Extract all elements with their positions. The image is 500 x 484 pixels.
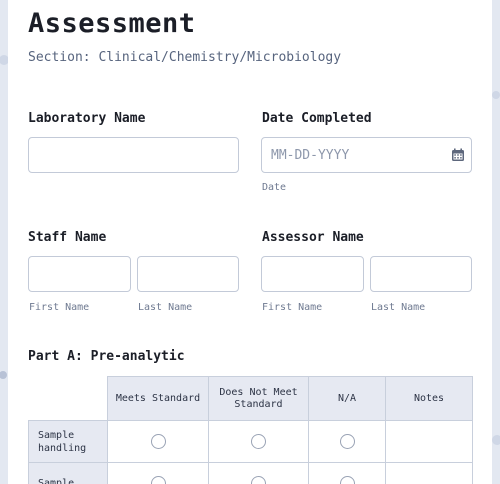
matrix-row: Sample — [28, 462, 473, 484]
column-na: N/A — [308, 376, 386, 421]
assessor-last-name-input[interactable] — [370, 256, 472, 292]
staff-last-name-input[interactable] — [137, 256, 239, 292]
staff-first-name-input[interactable] — [28, 256, 131, 292]
assessor-first-name-sublabel: First Name — [262, 302, 323, 313]
staff-name-label: Staff Name — [28, 230, 107, 245]
matrix-corner — [29, 377, 108, 421]
laboratory-name-input[interactable] — [28, 137, 239, 173]
row-label-sample: Sample — [28, 462, 108, 484]
radio-meets-standard[interactable] — [150, 434, 166, 449]
part-a-title: Part A: Pre-analytic — [28, 349, 185, 364]
form-subtitle: Section: Clinical/Chemistry/Microbiology — [28, 50, 342, 65]
radio-na[interactable] — [339, 434, 355, 449]
cell-meets-standard — [107, 420, 209, 463]
cell-notes[interactable] — [385, 420, 473, 463]
calendar-icon[interactable] — [451, 148, 465, 162]
cell-does-not-meet-standard — [208, 420, 309, 463]
radio-na[interactable] — [339, 476, 355, 484]
staff-first-name-sublabel: First Name — [29, 302, 90, 313]
matrix-header-row: Meets Standard Does Not Meet Standard N/… — [29, 376, 473, 421]
column-meets-standard: Meets Standard — [107, 376, 209, 421]
column-notes: Notes — [385, 376, 473, 421]
radio-does-not-meet-standard[interactable] — [251, 434, 266, 449]
matrix-row: Sample handling — [28, 420, 473, 463]
staff-last-name-sublabel: Last Name — [138, 302, 193, 313]
cell-notes[interactable] — [385, 462, 473, 484]
row-label-sample-handling: Sample handling — [28, 420, 108, 463]
radio-does-not-meet-standard[interactable] — [251, 476, 266, 484]
assessor-last-name-sublabel: Last Name — [371, 302, 426, 313]
part-a-matrix: Meets Standard Does Not Meet Standard N/… — [28, 376, 473, 484]
cell-meets-standard — [107, 462, 209, 484]
laboratory-name-label: Laboratory Name — [28, 111, 146, 126]
assessor-first-name-input[interactable] — [261, 256, 364, 292]
form-card: Assessment Section: Clinical/Chemistry/M… — [8, 0, 492, 484]
cell-na — [308, 462, 386, 484]
cell-na — [308, 420, 386, 463]
assessor-name-label: Assessor Name — [262, 230, 364, 245]
cell-does-not-meet-standard — [208, 462, 309, 484]
date-completed-input[interactable] — [261, 137, 472, 173]
date-completed-label: Date Completed — [262, 111, 372, 126]
column-does-not-meet-standard: Does Not Meet Standard — [208, 376, 309, 421]
date-sublabel: Date — [262, 182, 287, 193]
form-title: Assessment — [28, 8, 196, 39]
radio-meets-standard[interactable] — [150, 476, 166, 484]
